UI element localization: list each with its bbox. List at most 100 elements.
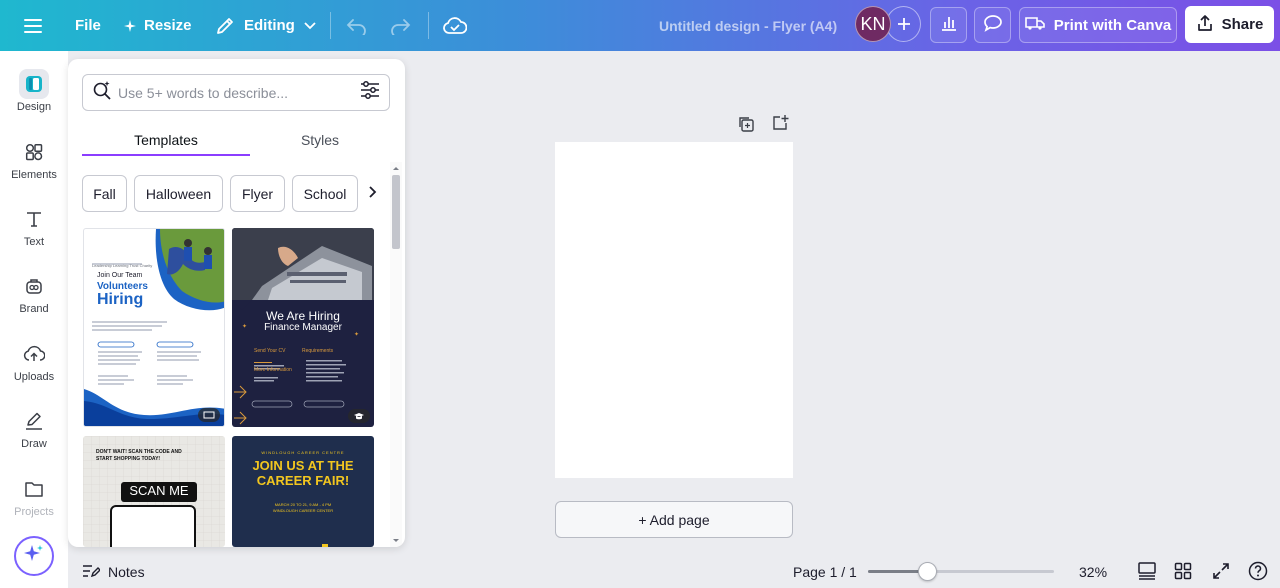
elements-icon	[19, 137, 49, 167]
pencil-icon	[215, 16, 235, 36]
template-text: We Are Hiring	[266, 309, 340, 323]
page-view-icon	[1137, 561, 1157, 583]
template-card[interactable]: ✦ ✦ We Are Hiring Finance Manager Send Y…	[232, 228, 374, 427]
design-page[interactable]	[555, 142, 793, 478]
sidebar-item-label: Projects	[14, 506, 54, 518]
file-menu-button[interactable]: File	[75, 0, 101, 51]
grid-icon	[1174, 562, 1192, 583]
fullscreen-button[interactable]	[1212, 556, 1230, 588]
share-button[interactable]: Share	[1185, 6, 1274, 43]
document-title[interactable]: Untitled design - Flyer (A4)	[659, 0, 837, 51]
comments-button[interactable]	[974, 7, 1011, 43]
resize-button[interactable]: Resize	[124, 0, 192, 51]
template-text: DON'T WAIT! SCAN THE CODE AND START SHOP…	[96, 449, 182, 462]
sidebar-item-elements[interactable]: Elements	[0, 137, 68, 181]
add-page-icon[interactable]	[771, 114, 789, 137]
tab-styles[interactable]: Styles	[250, 125, 390, 155]
sidebar-item-label: Design	[16, 101, 52, 113]
print-with-canva-button[interactable]: Print with Canva	[1019, 7, 1177, 43]
sidebar-item-uploads[interactable]: Uploads	[0, 339, 68, 383]
comment-icon	[983, 14, 1003, 36]
panel-scrollbar-thumb[interactable]	[392, 175, 400, 249]
notes-icon	[82, 563, 101, 582]
share-icon	[1196, 14, 1214, 36]
sidebar-item-draw[interactable]: Draw	[0, 406, 68, 450]
toolbar-divider	[330, 12, 331, 39]
sparkle-icon	[23, 543, 45, 570]
print-label: Print with Canva	[1053, 16, 1172, 34]
sidebar-item-label: Elements	[11, 169, 57, 181]
template-text: SCAN ME	[129, 483, 189, 498]
premium-badge	[198, 408, 220, 422]
help-icon	[1248, 561, 1268, 584]
help-button[interactable]	[1248, 556, 1268, 588]
resize-label: Resize	[144, 17, 192, 34]
menu-icon[interactable]	[24, 0, 42, 51]
tab-templates[interactable]: Templates	[82, 125, 250, 155]
truck-icon	[1024, 15, 1045, 35]
cloud-save-status[interactable]	[443, 0, 467, 51]
notes-button[interactable]: Notes	[82, 556, 145, 588]
templates-panel: Templates Styles Fall Halloween Flyer Sc…	[68, 59, 405, 547]
redo-button[interactable]	[389, 0, 411, 51]
toolbar-divider	[428, 12, 429, 39]
thumbnail-grid-button[interactable]	[1174, 556, 1192, 588]
sidebar-item-text[interactable]: Text	[0, 204, 68, 248]
design-icon	[19, 69, 49, 99]
filter-chip-school[interactable]: School	[292, 175, 358, 212]
template-text: Send Your CV	[254, 348, 286, 354]
template-text: Finance Manager	[264, 322, 342, 333]
duplicate-page-icon[interactable]	[737, 115, 755, 138]
template-text: Leadership Learning Trust Charity	[92, 263, 153, 268]
chips-scroll-right-button[interactable]	[360, 175, 386, 212]
projects-icon	[19, 474, 49, 504]
top-bar: File Resize Editing Untitled design - Fl…	[0, 0, 1280, 51]
avatar[interactable]: KN	[855, 6, 891, 42]
filter-chip-flyer[interactable]: Flyer	[230, 175, 285, 212]
side-navigation: Design Elements Text Brand Uploads Draw	[0, 51, 68, 588]
expand-icon	[1212, 562, 1230, 583]
template-text: Hiring	[97, 291, 144, 308]
template-text: WINDLOUGH CAREER CENTRE	[261, 450, 345, 455]
zoom-slider-handle[interactable]	[918, 562, 938, 581]
insights-button[interactable]	[930, 7, 967, 43]
editing-mode-button[interactable]: Editing	[215, 0, 316, 51]
share-label: Share	[1221, 16, 1264, 33]
template-text: Requirements	[302, 348, 334, 354]
filter-chip-halloween[interactable]: Halloween	[134, 175, 223, 212]
magic-assistant-button[interactable]	[14, 536, 54, 576]
draw-icon	[19, 406, 49, 436]
sidebar-item-label: Draw	[21, 438, 47, 450]
template-card[interactable]: WINDLOUGH CAREER CENTRE JOIN US AT THE C…	[232, 436, 374, 547]
sidebar-item-design[interactable]: Design	[0, 69, 68, 113]
grid-view-toggle[interactable]	[1137, 556, 1157, 588]
filter-icon[interactable]	[360, 81, 380, 104]
sidebar-item-label: Text	[23, 236, 45, 248]
template-search-box[interactable]	[82, 74, 390, 111]
template-text: WINDLOUGH CAREER CENTER	[272, 508, 334, 513]
search-input[interactable]	[118, 84, 348, 101]
template-card[interactable]: Leadership Learning Trust Charity Join O…	[83, 228, 225, 427]
template-text: MARCH 20 TO 21, 9 AM - 4 PM	[274, 502, 332, 507]
chevron-right-icon	[369, 185, 377, 203]
template-preview-image	[84, 229, 224, 426]
template-text: Join Our Team	[97, 272, 143, 279]
chevron-down-icon	[304, 21, 316, 30]
sidebar-item-projects[interactable]: Projects	[0, 474, 68, 518]
cloud-check-icon	[443, 16, 467, 35]
undo-button[interactable]	[346, 0, 368, 51]
add-page-button[interactable]: + Add page	[555, 501, 793, 538]
text-icon	[19, 204, 49, 234]
brand-icon	[19, 271, 49, 301]
template-card[interactable]: DON'T WAIT! SCAN THE CODE AND START SHOP…	[83, 436, 225, 547]
bar-chart-icon	[940, 14, 958, 36]
sidebar-item-label: Brand	[19, 303, 49, 315]
active-tab-indicator	[82, 154, 250, 156]
filter-chip-fall[interactable]: Fall	[82, 175, 127, 212]
premium-badge	[348, 409, 370, 423]
page-indicator[interactable]: Page 1 / 1	[793, 556, 857, 588]
sidebar-item-brand[interactable]: Brand	[0, 271, 68, 315]
sidebar-item-label: Uploads	[13, 371, 55, 383]
invite-collaborator-button[interactable]	[886, 6, 921, 42]
zoom-value[interactable]: 32%	[1079, 556, 1107, 588]
